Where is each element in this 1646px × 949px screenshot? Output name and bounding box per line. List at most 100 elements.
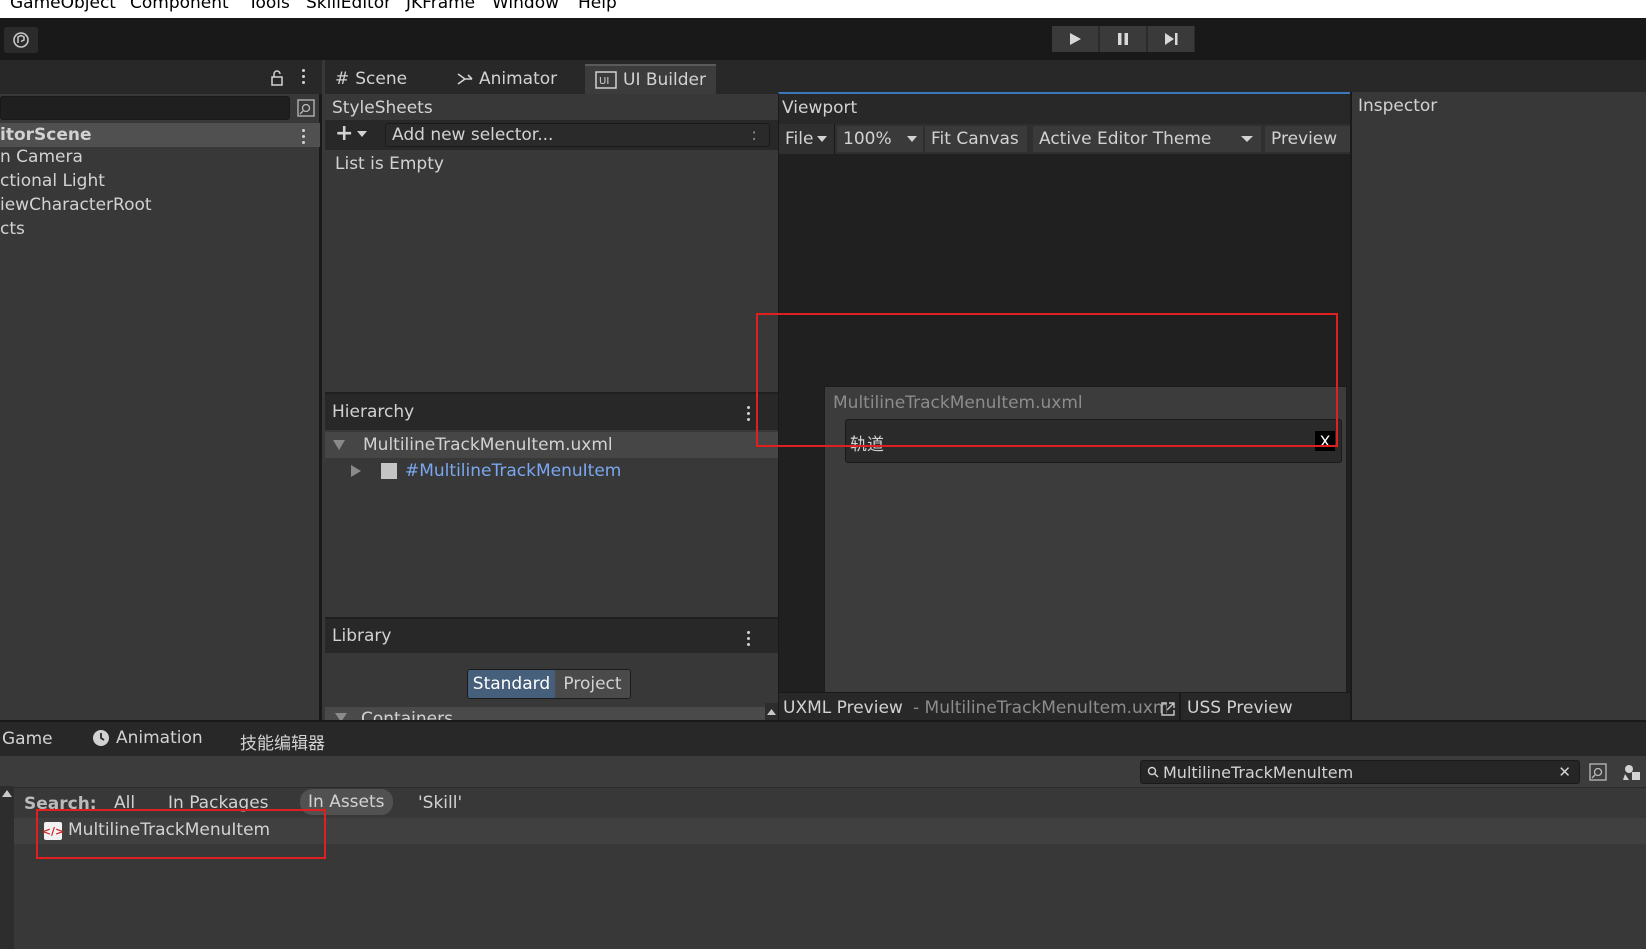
project-search-input[interactable]: MultilineTrackMenuItem ✕ <box>1140 760 1580 784</box>
stylesheets-toolbar: + Add new selector... : <box>325 120 778 150</box>
more-menu-icon[interactable] <box>302 69 305 84</box>
editor-tabs: # Scene Animator UI UI Builder <box>325 60 1646 94</box>
tab-ui-builder[interactable]: UI UI Builder <box>585 64 716 94</box>
selector-colon: : <box>751 125 757 145</box>
project-toggle[interactable]: Project <box>554 670 630 698</box>
stylesheets-panel: StyleSheets + Add new selector... : List… <box>325 94 778 394</box>
empty-list-label: List is Empty <box>335 154 444 174</box>
menu-gameobject[interactable]: GameObject <box>10 0 116 13</box>
uss-preview-tab[interactable]: USS Preview <box>1187 698 1293 718</box>
uxml-preview-tab[interactable]: UXML Preview <box>783 698 903 718</box>
account-button[interactable] <box>4 27 38 53</box>
preview-label: Preview <box>1271 129 1338 149</box>
expand-down-icon[interactable] <box>333 440 345 450</box>
search-window-icon[interactable] <box>1588 762 1608 782</box>
library-title: Library <box>332 626 392 646</box>
uxml-preview-file: - MultilineTrackMenuItem.uxml <box>913 698 1167 718</box>
preview-bar: UXML Preview - MultilineTrackMenuItem.ux… <box>779 692 1351 723</box>
theme-dropdown[interactable]: Active Editor Theme <box>1033 126 1261 152</box>
tab-scene[interactable]: # Scene <box>325 64 417 94</box>
hierarchy-root-row[interactable]: MultilineTrackMenuItem.uxml <box>325 432 778 458</box>
builder-hierarchy-panel: Hierarchy MultilineTrackMenuItem.uxml #M… <box>325 392 778 617</box>
menu-help[interactable]: Help <box>578 0 617 13</box>
search-value: MultilineTrackMenuItem <box>1163 762 1354 782</box>
viewport-toolbar: File 100% Fit Canvas Active Editor Theme… <box>779 124 1351 154</box>
play-button[interactable] <box>1052 26 1098 52</box>
filter-in-packages[interactable]: In Packages <box>168 793 269 813</box>
pause-button[interactable] <box>1100 26 1146 52</box>
lock-icon[interactable] <box>270 70 284 86</box>
scene-hierarchy-panel: itorScene n Camera ctional Light iewChar… <box>0 60 322 720</box>
close-button[interactable]: X <box>1315 431 1335 451</box>
menu-skilleditor[interactable]: SkillEditor <box>306 0 391 13</box>
pause-icon <box>1118 33 1128 45</box>
library-panel: Library Standard Project Containers <box>325 617 778 723</box>
child-element-label: #MultilineTrackMenuItem <box>405 461 622 481</box>
fit-canvas-button[interactable]: Fit Canvas <box>925 126 1027 152</box>
add-selector-placeholder: Add new selector... <box>392 125 554 145</box>
tab-animation[interactable]: Animation <box>92 728 203 748</box>
clear-search-icon[interactable]: ✕ <box>1558 763 1571 781</box>
clock-icon <box>93 730 109 746</box>
tab-game[interactable]: Game <box>2 729 53 749</box>
ui-icon: UI <box>595 71 617 89</box>
hierarchy-header <box>0 60 322 94</box>
expand-right-icon[interactable] <box>351 465 361 477</box>
open-external-icon[interactable] <box>1160 701 1176 717</box>
menu-component[interactable]: Component <box>130 0 229 13</box>
svg-text:UI: UI <box>599 76 609 87</box>
hierarchy-item[interactable]: ctional Light <box>0 171 105 191</box>
chevron-down-icon <box>817 136 828 142</box>
tab-skill-editor[interactable]: 技能编辑器 <box>240 729 325 754</box>
scroll-up-icon[interactable] <box>767 709 776 715</box>
search-filter-row: Search: All In Packages In Assets 'Skill… <box>0 786 1646 820</box>
result-label: MultilineTrackMenuItem <box>68 820 271 840</box>
root-uxml-label: MultilineTrackMenuItem.uxml <box>363 435 613 455</box>
hierarchy-item[interactable]: cts <box>0 219 25 239</box>
viewport-canvas-area[interactable]: MultilineTrackMenuItem.uxml 轨道 X <box>779 154 1351 746</box>
add-selector-input[interactable]: Add new selector... : <box>385 123 770 147</box>
filter-in-assets[interactable]: In Assets <box>300 789 393 815</box>
filter-skill[interactable]: 'Skill' <box>418 793 462 813</box>
scene-name: itorScene <box>0 125 92 145</box>
viewport-panel: Viewport File 100% Fit Canvas Active Edi… <box>778 92 1351 746</box>
hierarchy-item[interactable]: iewCharacterRoot <box>0 195 152 215</box>
chevron-down-icon <box>907 136 917 142</box>
hierarchy-item[interactable]: n Camera <box>0 147 83 167</box>
inspector-panel: Inspector <box>1350 92 1646 720</box>
track-label: 轨道 <box>850 435 884 455</box>
hierarchy-menu-icon[interactable] <box>747 406 750 421</box>
add-stylesheet-button[interactable]: + <box>335 123 368 145</box>
library-menu-icon[interactable] <box>747 631 750 646</box>
file-menu[interactable]: File <box>779 124 835 154</box>
preview-toggle[interactable]: Preview <box>1265 126 1351 152</box>
step-icon <box>1165 33 1178 45</box>
animator-icon <box>457 73 473 85</box>
hierarchy-child-row[interactable]: #MultilineTrackMenuItem <box>325 458 778 484</box>
zoom-dropdown[interactable]: 100% <box>837 126 923 152</box>
menu-tools[interactable]: Tools <box>248 0 290 13</box>
filter-type-icon[interactable] <box>1622 762 1642 782</box>
chevron-down-icon <box>1241 136 1253 142</box>
unity-cloud-icon <box>13 32 29 48</box>
hash-icon: # <box>335 69 350 89</box>
tab-animator[interactable]: Animator <box>447 64 567 94</box>
scene-row[interactable]: itorScene <box>0 123 320 147</box>
tab-label: Animation <box>116 728 203 748</box>
filter-all[interactable]: All <box>114 793 135 813</box>
play-controls <box>1052 26 1195 52</box>
menu-jkframe[interactable]: JKFrame <box>406 0 475 13</box>
step-button[interactable] <box>1148 26 1194 52</box>
hierarchy-title: Hierarchy <box>332 402 415 422</box>
search-window-icon[interactable] <box>296 98 316 118</box>
search-result-row[interactable]: </> MultilineTrackMenuItem <box>14 818 1646 844</box>
tab-label: Scene <box>355 69 408 89</box>
menu-window[interactable]: Window <box>492 0 559 13</box>
library-header: Library <box>325 619 778 653</box>
hierarchy-search-input[interactable] <box>0 96 290 120</box>
standard-toggle[interactable]: Standard <box>468 670 555 698</box>
scene-menu-icon[interactable] <box>302 129 305 144</box>
main-toolbar <box>0 18 1646 60</box>
file-label: File <box>785 129 814 149</box>
track-menu-item[interactable]: 轨道 X <box>845 419 1342 463</box>
